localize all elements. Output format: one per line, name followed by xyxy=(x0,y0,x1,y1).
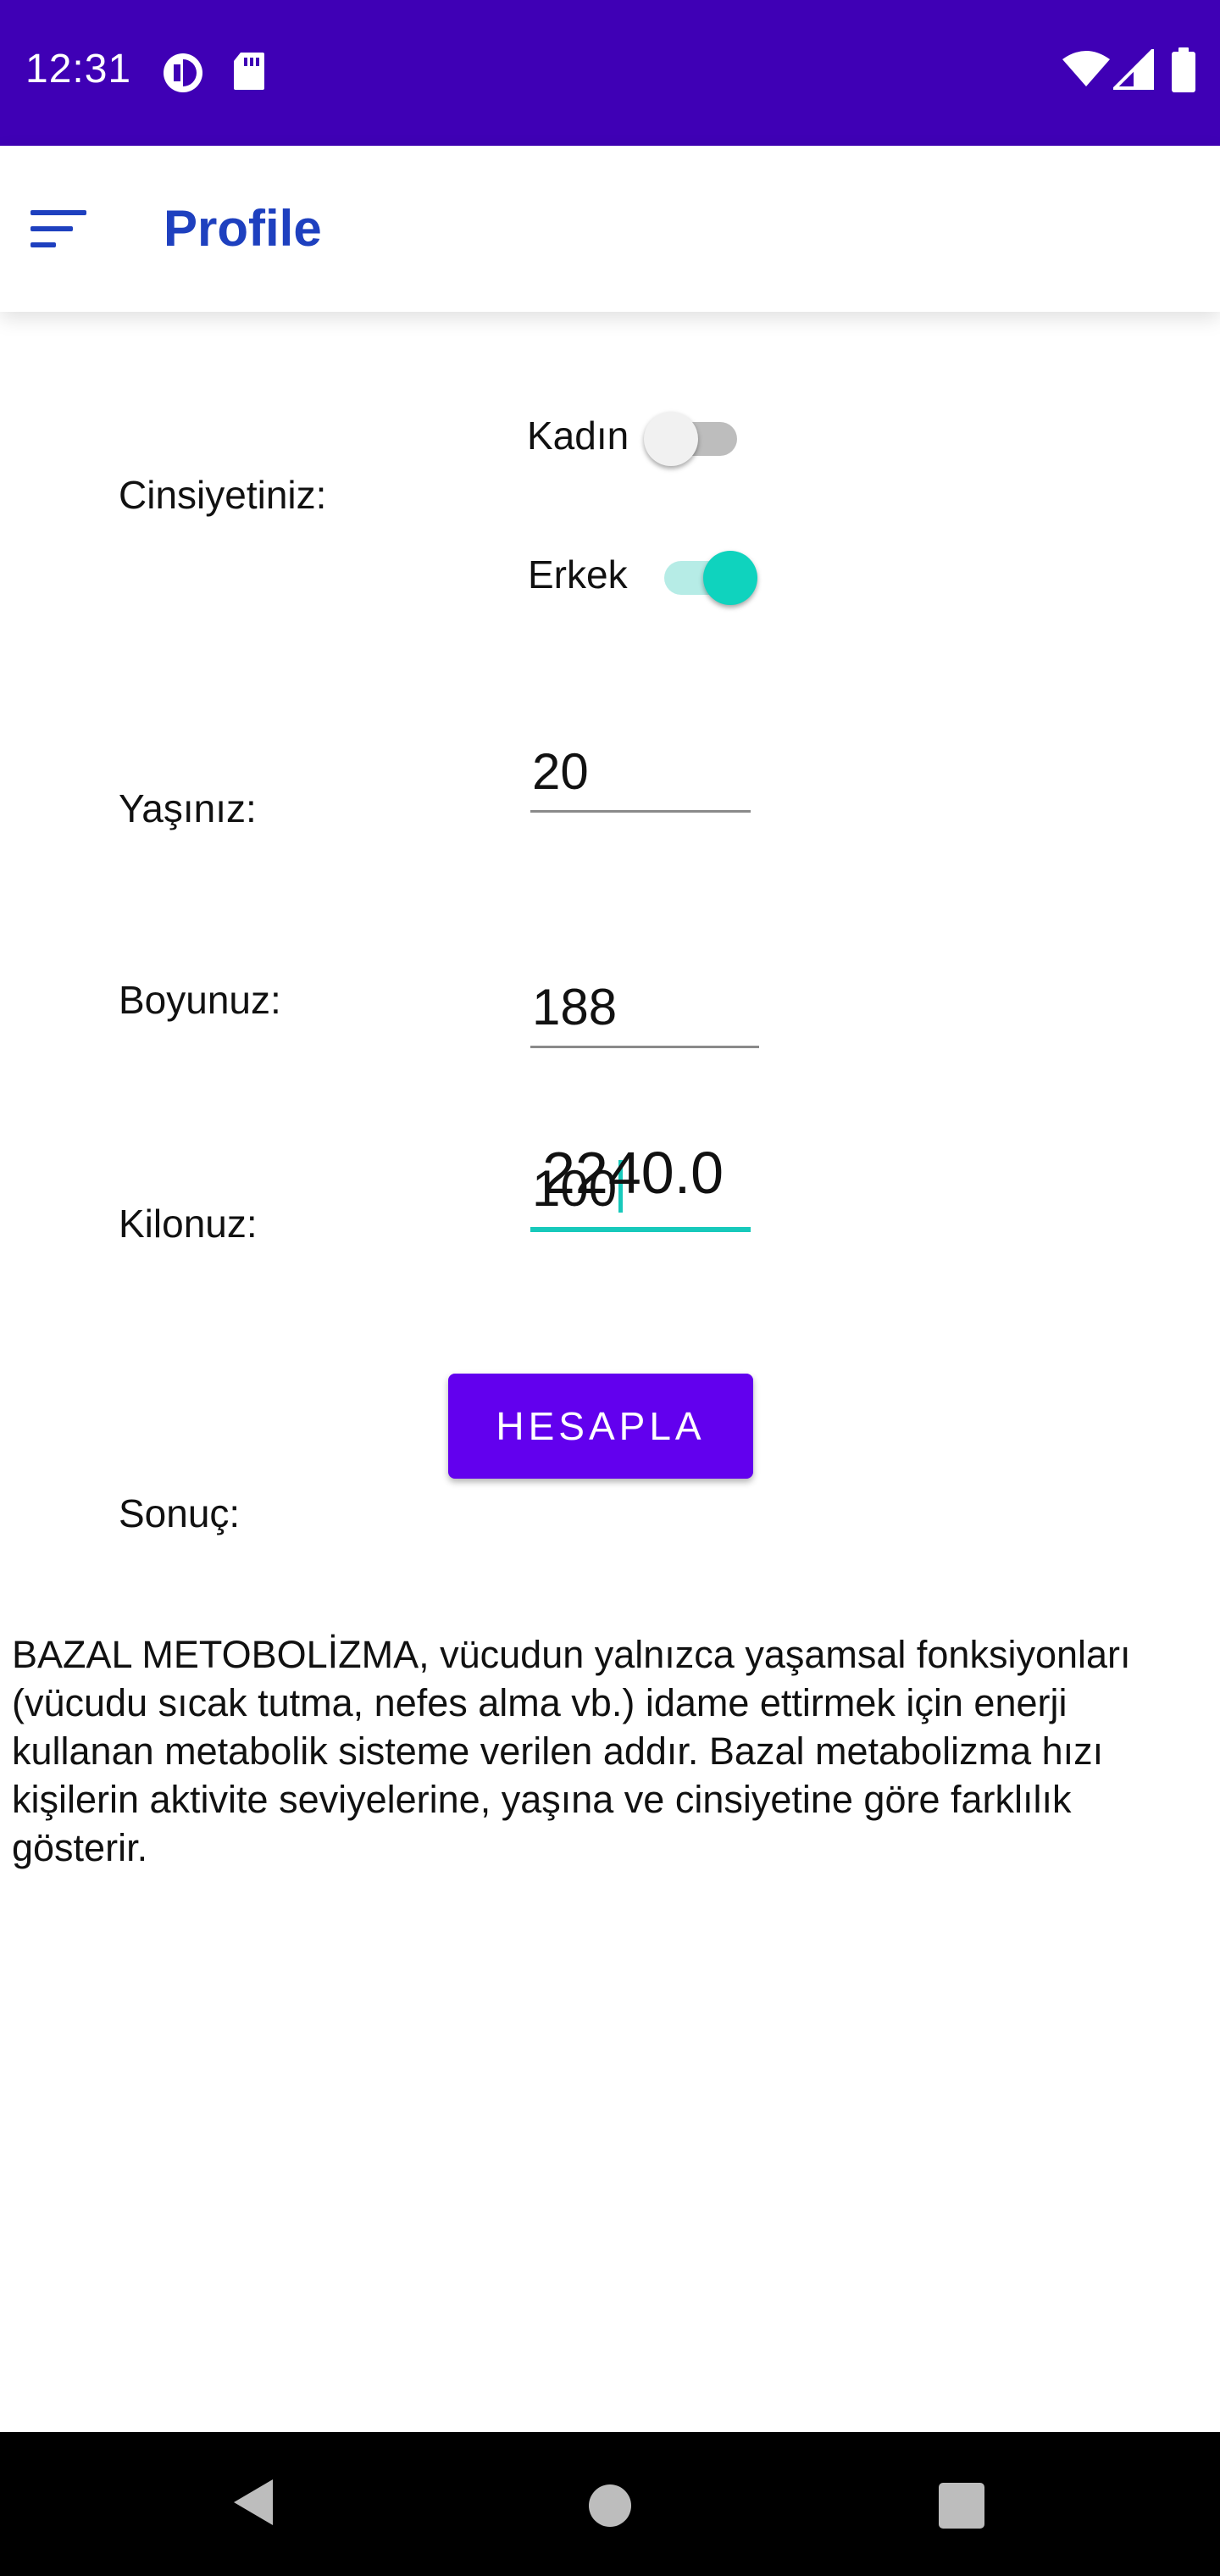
gender-label: Cinsiyetiniz: xyxy=(119,473,327,517)
status-time: 12:31 xyxy=(25,47,132,92)
female-switch-thumb xyxy=(644,412,698,466)
age-label: Yaşınız: xyxy=(119,786,257,830)
female-switch[interactable] xyxy=(644,407,746,466)
battery-icon xyxy=(1172,47,1195,92)
page-title: Profile xyxy=(164,200,322,257)
male-switch-thumb xyxy=(703,551,757,605)
height-input[interactable]: 188 xyxy=(530,978,759,1048)
home-icon[interactable] xyxy=(589,2484,631,2527)
male-switch[interactable] xyxy=(656,546,757,605)
result-label: Sonuç: xyxy=(119,1491,241,1535)
cell-signal-icon xyxy=(1113,49,1154,90)
back-icon[interactable] xyxy=(229,2476,276,2529)
age-value: 20 xyxy=(532,743,589,800)
navigation-bar xyxy=(0,2432,1220,2576)
age-input[interactable]: 20 xyxy=(530,742,751,813)
info-text: BAZAL METOBOLİZMA, vücudun yalnızca yaşa… xyxy=(12,1633,1131,1869)
status-bar: 12:31 xyxy=(0,0,1220,146)
sd-card-icon xyxy=(234,53,264,90)
height-label: Boyunuz: xyxy=(119,978,281,1022)
female-switch-label: Kadın xyxy=(527,414,629,458)
wifi-icon xyxy=(1062,51,1110,86)
result-value: 2240.0 xyxy=(542,1140,724,1206)
weight-label: Kilonuz: xyxy=(119,1202,258,1246)
height-value: 188 xyxy=(532,979,618,1035)
calculate-button[interactable]: HESAPLA xyxy=(448,1374,753,1479)
profile-form: Cinsiyetiniz: Kadın Erkek Yaşınız: 20 Bo… xyxy=(0,312,1220,2432)
male-switch-label: Erkek xyxy=(528,552,628,597)
sort-menu-icon[interactable] xyxy=(30,207,90,251)
data-saver-icon xyxy=(164,53,202,92)
recents-icon[interactable] xyxy=(939,2483,984,2529)
app-bar: Profile xyxy=(0,146,1220,312)
